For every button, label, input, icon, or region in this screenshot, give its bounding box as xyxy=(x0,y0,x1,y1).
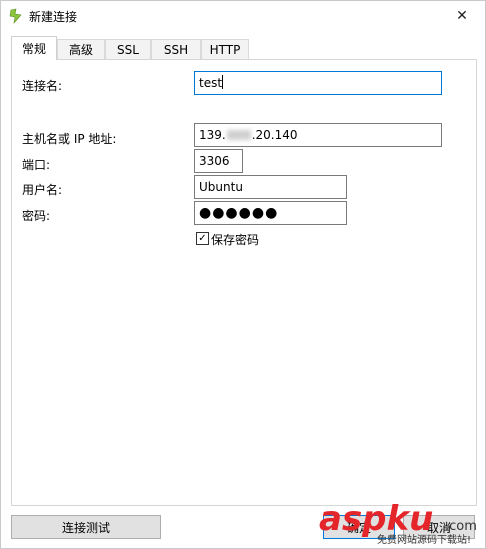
connection-name-value: test xyxy=(199,76,223,90)
cancel-button[interactable]: 取消 xyxy=(403,515,475,539)
connection-name-input[interactable]: test xyxy=(194,71,442,95)
username-input[interactable]: Ubuntu xyxy=(194,175,347,199)
tab-advanced[interactable]: 高级 xyxy=(57,39,105,59)
host-prefix: 139. xyxy=(199,128,226,142)
connection-name-label: 连接名: xyxy=(22,79,63,93)
redacted-blur xyxy=(226,130,251,140)
navicat-app-icon xyxy=(9,8,22,24)
port-input[interactable]: 3306 xyxy=(194,149,243,173)
host-input[interactable]: 139. .20.140 xyxy=(194,123,442,147)
new-connection-dialog: 新建连接 ✕ 常规 高级 SSL SSH HTTP 连接名: test 主机名或… xyxy=(0,0,486,549)
tab-http[interactable]: HTTP xyxy=(201,39,249,59)
host-suffix: .20.140 xyxy=(251,128,298,142)
tab-general[interactable]: 常规 xyxy=(11,36,57,60)
general-panel: 连接名: test 主机名或 IP 地址: 139. .20.140 端口: 33… xyxy=(11,59,477,506)
tab-ssh[interactable]: SSH xyxy=(151,39,201,59)
password-input[interactable]: ●●●●●● xyxy=(194,201,347,225)
text-caret xyxy=(222,75,224,89)
host-label: 主机名或 IP 地址: xyxy=(22,132,117,146)
window-title: 新建连接 xyxy=(29,10,78,24)
tab-ssl[interactable]: SSL xyxy=(105,39,151,59)
save-password-checkbox[interactable]: ✓ xyxy=(196,232,209,245)
close-icon: ✕ xyxy=(456,8,468,24)
username-label: 用户名: xyxy=(22,183,63,197)
test-connection-button[interactable]: 连接测试 xyxy=(11,515,161,539)
save-password-label: 保存密码 xyxy=(211,233,260,247)
close-button[interactable]: ✕ xyxy=(439,1,485,31)
ok-button[interactable]: 确定 xyxy=(323,515,395,539)
checkmark-icon: ✓ xyxy=(198,232,207,244)
port-label: 端口: xyxy=(22,158,51,172)
password-label: 密码: xyxy=(22,209,51,223)
title-bar: 新建连接 ✕ xyxy=(1,1,485,31)
